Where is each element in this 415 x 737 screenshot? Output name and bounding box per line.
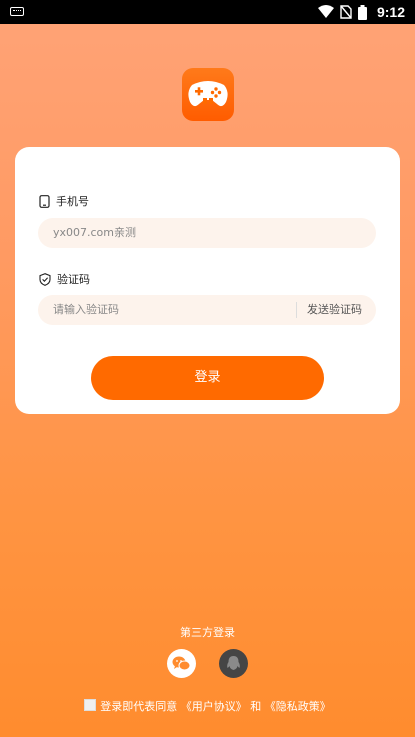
code-placeholder: 请输入验证码 [53, 303, 119, 316]
code-field-label: 验证码 [39, 271, 90, 287]
shield-icon [39, 272, 51, 286]
status-time: 9:12 [376, 4, 405, 20]
privacy-policy-link[interactable]: 《隐私政策》 [265, 700, 331, 713]
agreement-prefix: 登录即代表同意 [100, 700, 178, 713]
agreement-checkbox[interactable] [84, 699, 97, 711]
agreement-conjunction: 和 [250, 700, 262, 713]
status-icons: 9:12 [317, 3, 405, 21]
qq-icon [227, 656, 240, 670]
phone-field-label: 手机号 [39, 193, 89, 209]
user-agreement-link[interactable]: 《用户协议》 [181, 700, 247, 713]
keyboard-icon [10, 7, 24, 16]
phone-input[interactable]: yx007.com亲测 [38, 218, 376, 248]
code-label: 验证码 [57, 273, 90, 286]
no-sim-icon [340, 5, 352, 19]
status-bar: 9:12 [0, 0, 415, 24]
phone-label: 手机号 [56, 195, 89, 208]
agreement-row: 登录即代表同意 《用户协议》 和 《隐私政策》 [0, 698, 415, 714]
send-code-button[interactable]: 发送验证码 [296, 302, 376, 318]
login-card: 手机号 yx007.com亲测 验证码 请输入验证码 发送验证码 登录 [15, 147, 400, 414]
phone-icon [39, 194, 50, 208]
wifi-icon [317, 5, 334, 18]
code-input[interactable]: 请输入验证码 发送验证码 [38, 295, 376, 325]
qq-login-button[interactable] [219, 649, 248, 678]
wechat-login-button[interactable] [167, 649, 196, 678]
wechat-icon [172, 656, 191, 671]
third-party-login-title: 第三方登录 [180, 626, 235, 639]
battery-icon [357, 4, 367, 20]
gamepad-logo [182, 68, 234, 121]
login-button[interactable]: 登录 [91, 356, 324, 400]
